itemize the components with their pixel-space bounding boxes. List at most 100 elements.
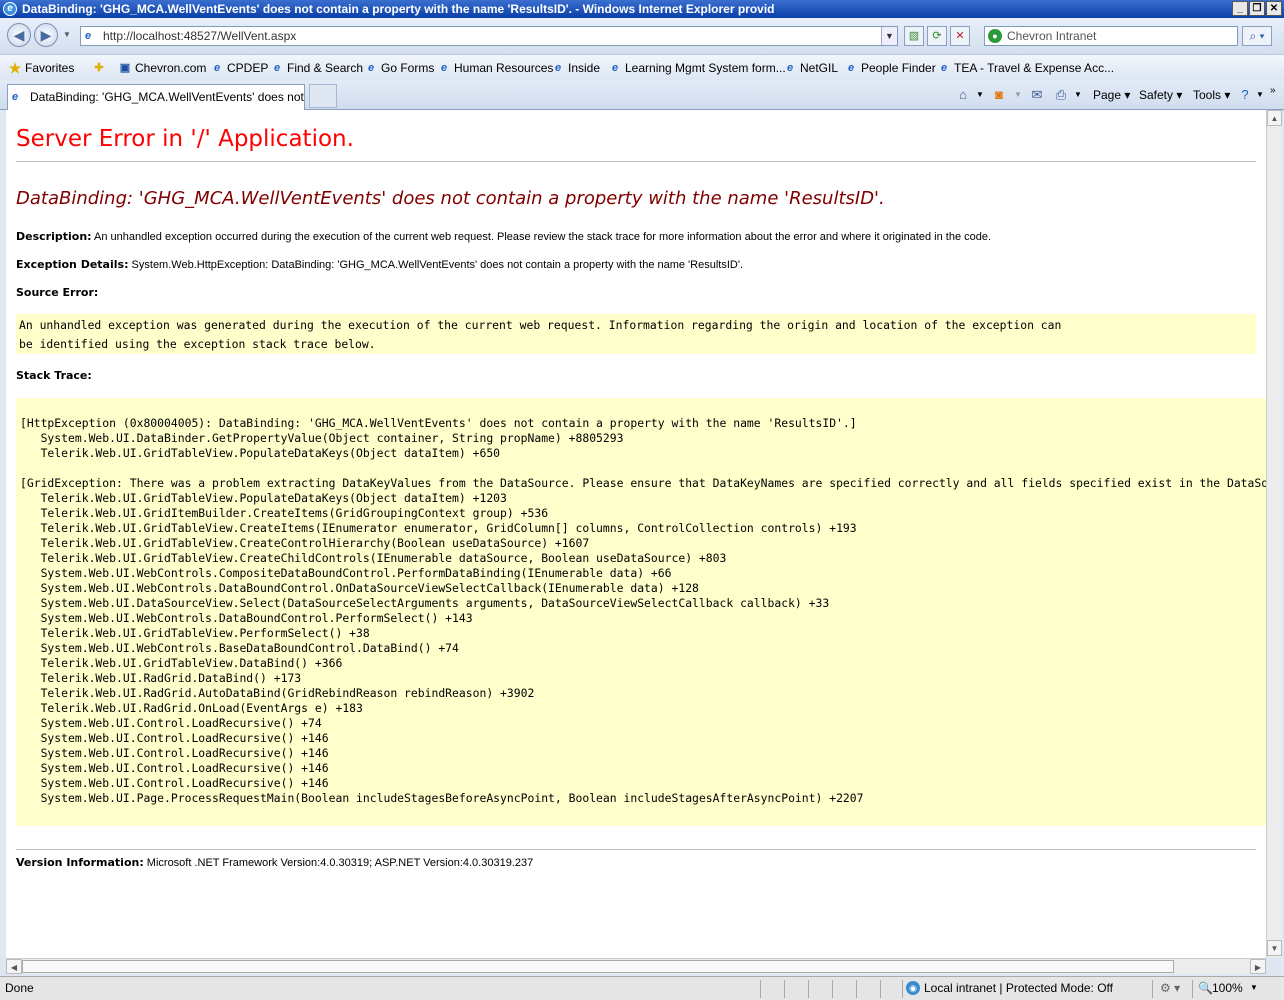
window-titlebar[interactable]: e DataBinding: 'GHG_MCA.WellVentEvents' … (0, 0, 1284, 18)
window-title: DataBinding: 'GHG_MCA.WellVentEvents' do… (22, 2, 775, 16)
refresh-icon[interactable]: ⟳ (927, 26, 947, 46)
status-divider (760, 980, 761, 998)
description-label: Description: (16, 230, 92, 243)
favorite-link-label: Human Resources (454, 61, 554, 75)
minimize-button[interactable]: _ (1232, 1, 1248, 16)
favorite-link-chevron[interactable]: ▣ Chevron.com (118, 59, 207, 77)
navigation-bar: ◀ ▶ ▼ e http://localhost:48527/WellVent.… (0, 18, 1284, 54)
help-dropdown-icon[interactable]: ▼ (1256, 86, 1264, 104)
favorites-label: Favorites (25, 61, 75, 75)
mail-icon[interactable]: ✉ (1028, 86, 1046, 104)
exception-details-text: System.Web.HttpException: DataBinding: '… (131, 259, 743, 271)
search-provider-label: Chevron Intranet (1007, 29, 1097, 43)
favorite-link-inside[interactable]: e Inside (551, 59, 600, 77)
favorite-link-label: CPDEP (227, 61, 269, 75)
scroll-down-arrow-icon[interactable]: ▼ (1267, 940, 1282, 956)
source-error-box: An unhandled exception was generated dur… (16, 314, 1256, 354)
source-error-line: be identified using the exception stack … (19, 336, 376, 351)
error-heading: DataBinding: 'GHG_MCA.WellVentEvents' do… (16, 188, 885, 209)
scroll-right-arrow-icon[interactable]: ▶ (1250, 959, 1266, 974)
tools-menu[interactable]: Tools ▾ (1193, 86, 1230, 104)
more-commands-chevron-icon[interactable]: » (1270, 82, 1276, 100)
source-error-line: An unhandled exception was generated dur… (19, 318, 1062, 332)
favorite-link-people-finder[interactable]: e People Finder (844, 59, 936, 77)
favorite-link-label: Go Forms (381, 61, 435, 75)
tab-current[interactable]: e DataBinding: 'GHG_MCA.WellVentEvents' … (7, 84, 305, 110)
zoom-level[interactable]: 100% (1212, 977, 1243, 999)
compatibility-view-icon[interactable]: ▧ (904, 26, 924, 46)
stop-icon[interactable]: ✕ (950, 26, 970, 46)
favorite-link-find-search[interactable]: e Find & Search (270, 59, 363, 77)
print-icon[interactable]: ⎙ (1052, 86, 1070, 104)
exception-details-line: Exception Details: System.Web.HttpExcept… (16, 258, 743, 271)
new-tab-button[interactable] (309, 84, 337, 108)
zoom-icon[interactable]: 🔍 (1198, 977, 1213, 999)
version-label: Version Information: (16, 856, 144, 869)
favorite-link-go-forms[interactable]: e Go Forms (364, 59, 434, 77)
stack-trace-heading: Stack Trace: (16, 369, 92, 382)
safety-menu-label: Safety (1139, 88, 1174, 102)
maximize-button[interactable]: ❐ (1249, 1, 1265, 16)
home-icon[interactable]: ⌂ (954, 86, 972, 104)
divider (16, 849, 1256, 850)
source-error-label: Source Error: (16, 286, 99, 299)
recent-pages-dropdown-icon[interactable]: ▼ (63, 30, 71, 39)
help-icon[interactable]: ? (1236, 86, 1254, 104)
zoom-dropdown-icon[interactable]: ▼ (1250, 977, 1258, 999)
address-dropdown-icon[interactable]: ▼ (881, 27, 897, 45)
exception-details-label: Exception Details: (16, 258, 129, 271)
safety-menu[interactable]: Safety ▾ (1139, 86, 1182, 104)
favorite-link-tea[interactable]: e TEA - Travel & Expense Acc... (937, 59, 1114, 77)
favorite-link-label: Find & Search (287, 61, 364, 75)
rss-feed-icon[interactable]: ◙ (990, 86, 1008, 104)
print-dropdown-icon[interactable]: ▼ (1074, 86, 1082, 104)
horizontal-scroll-thumb[interactable] (22, 960, 1174, 973)
tools-menu-label: Tools (1193, 88, 1222, 102)
favorite-link-human-resources[interactable]: e Human Resources (437, 59, 553, 77)
status-divider (832, 980, 833, 998)
scroll-up-arrow-icon[interactable]: ▲ (1267, 110, 1282, 126)
favorite-link-label: People Finder (861, 61, 936, 75)
address-bar[interactable]: e http://localhost:48527/WellVent.aspx ▼ (80, 26, 898, 46)
forward-arrow-icon[interactable]: ▶ (34, 23, 58, 47)
source-error-heading: Source Error: (16, 286, 98, 299)
favorite-link-label: NetGIL (800, 61, 839, 75)
description-line: Description: An unhandled exception occu… (16, 230, 991, 243)
home-dropdown-icon[interactable]: ▼ (976, 86, 984, 104)
feed-dropdown-icon[interactable]: ▼ (1014, 86, 1022, 104)
page-menu-label: Page (1093, 88, 1122, 102)
favorite-link-label: Inside (568, 61, 601, 75)
favorite-link-label: Learning Mgmt System form... (625, 61, 786, 75)
search-provider-icon: ● (988, 29, 1002, 43)
favorite-link-learning-mgmt[interactable]: e Learning Mgmt System form... (608, 59, 786, 77)
favorite-link-netgil[interactable]: e NetGIL (783, 59, 838, 77)
horizontal-scrollbar[interactable]: ◀ ▶ (6, 958, 1266, 974)
status-bar: Done ◉ Local intranet | Protected Mode: … (0, 976, 1284, 1000)
status-divider (784, 980, 785, 998)
browser-window: e DataBinding: 'GHG_MCA.WellVentEvents' … (0, 0, 1284, 1000)
protected-mode-icon[interactable]: ⚙ ▾ (1160, 977, 1180, 999)
back-arrow-icon[interactable]: ◀ (7, 23, 31, 47)
scroll-left-arrow-icon[interactable]: ◀ (6, 959, 22, 974)
search-button[interactable]: ⌕ ▾ (1242, 26, 1272, 46)
favorites-button[interactable]: ★ Favorites (8, 59, 75, 77)
close-window-button[interactable]: ✕ (1266, 1, 1282, 16)
page-icon: e (85, 30, 92, 42)
description-text: An unhandled exception occurred during t… (94, 231, 992, 243)
page-menu[interactable]: Page ▾ (1093, 86, 1130, 104)
security-zone-text[interactable]: Local intranet | Protected Mode: Off (924, 977, 1113, 999)
vertical-scrollbar[interactable]: ▲ ▼ (1266, 110, 1282, 958)
address-url: http://localhost:48527/WellVent.aspx (103, 29, 297, 43)
version-text: Microsoft .NET Framework Version:4.0.303… (146, 857, 534, 869)
favorite-link-label: Chevron.com (135, 61, 207, 75)
status-divider (856, 980, 857, 998)
search-box[interactable]: ● Chevron Intranet (984, 26, 1238, 46)
intranet-zone-icon: ◉ (906, 981, 920, 995)
status-divider (808, 980, 809, 998)
favorite-link-cpdep[interactable]: e CPDEP (210, 59, 268, 77)
stack-trace-box: [HttpException (0x80004005): DataBinding… (16, 398, 1266, 826)
status-text: Done (5, 981, 34, 995)
status-divider (880, 980, 881, 998)
stack-trace-label: Stack Trace: (16, 369, 92, 382)
add-favorite-icon[interactable]: ✚ (92, 59, 109, 77)
